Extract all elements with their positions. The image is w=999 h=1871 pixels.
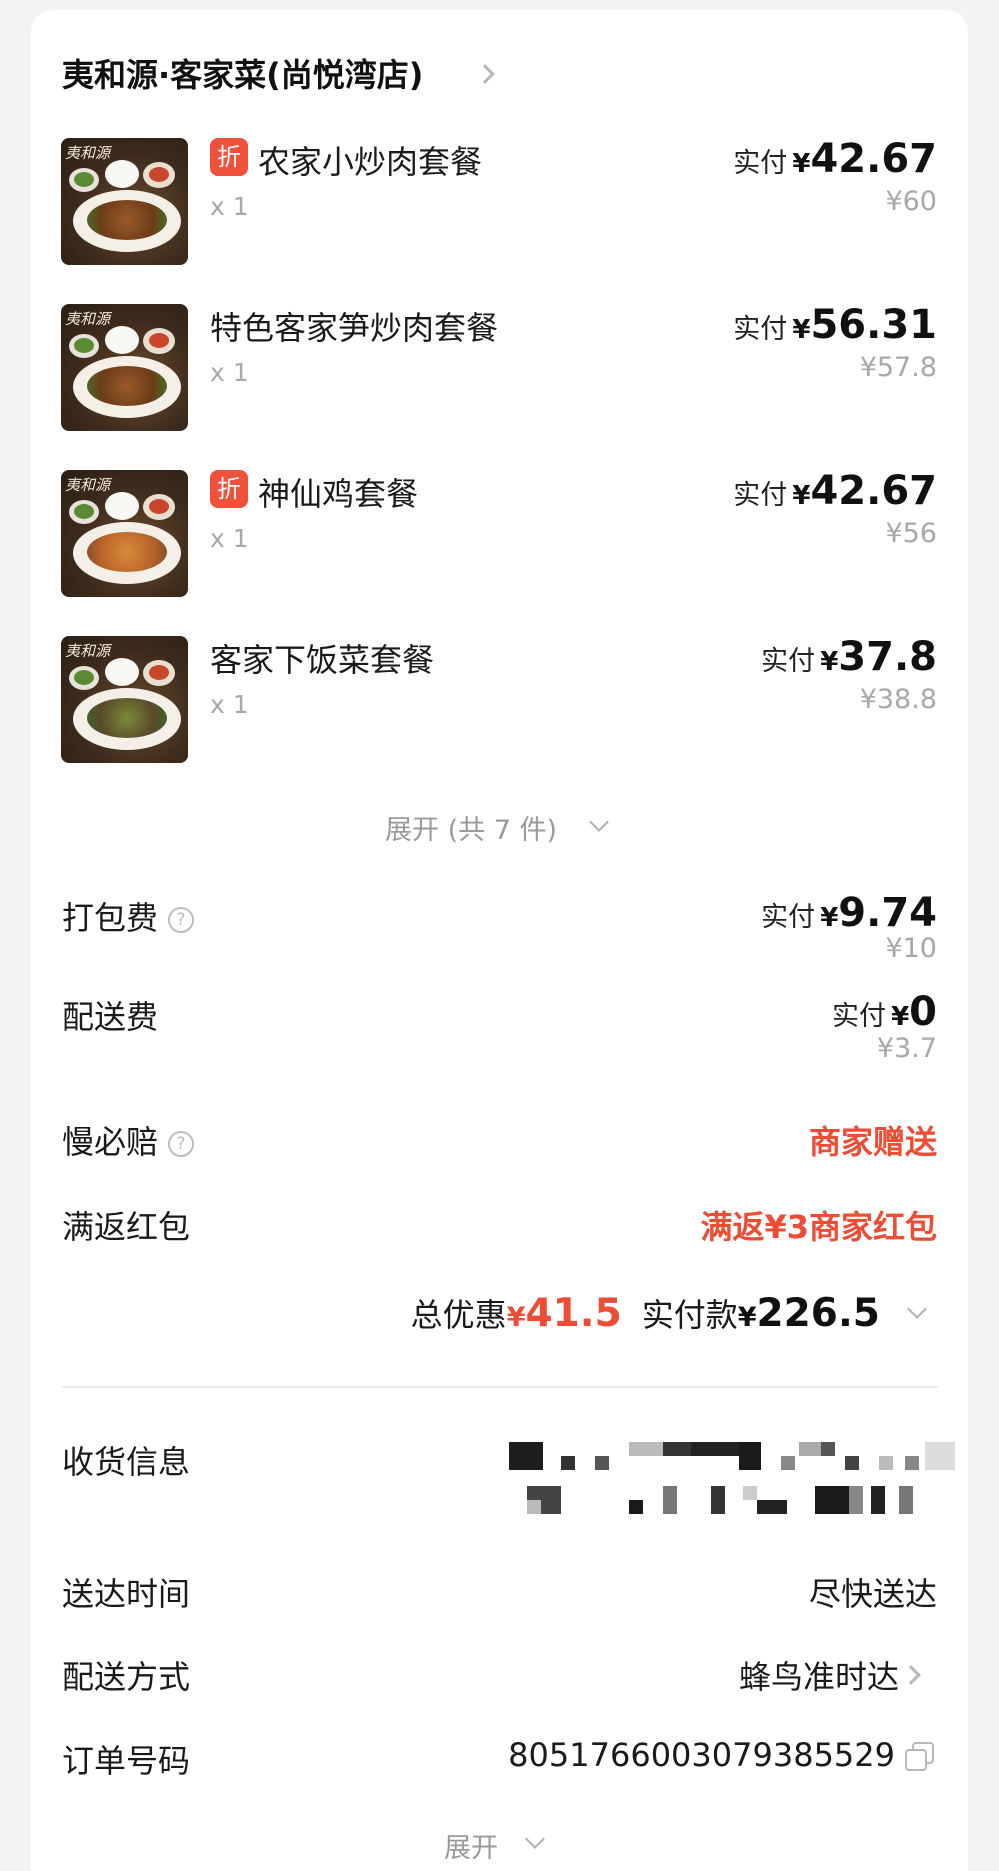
item-name[interactable]: 神仙鸡套餐 <box>258 469 418 515</box>
item-original-price: ¥57.8 <box>859 352 937 383</box>
expand-more-label: 展开 <box>444 1833 498 1864</box>
item-quantity: x 1 <box>210 524 249 553</box>
expand-items-label: 展开 (共 7 件) <box>385 815 557 846</box>
store-name[interactable]: 夷和源·客家菜(尚悦湾店) <box>62 50 423 96</box>
discount-tag: 折 <box>210 138 248 176</box>
slow-compensation-value: 商家赠送 <box>808 1123 937 1161</box>
item-paid-price: 实付 ¥37.8 <box>761 634 937 680</box>
item-name[interactable]: 客家下饭菜套餐 <box>210 635 434 681</box>
item-original-price: ¥38.8 <box>859 684 937 715</box>
packing-fee-label: 打包费? <box>62 893 195 939</box>
delivery-time-label: 送达时间 <box>62 1575 191 1613</box>
red-packet-label: 满返红包 <box>62 1208 191 1246</box>
item-thumbnail[interactable]: 夷和源 <box>61 138 188 265</box>
brand-watermark: 夷和源 <box>65 642 111 660</box>
red-packet-value: 满返¥3商家红包 <box>700 1208 937 1246</box>
divider <box>62 1386 938 1388</box>
order-number-row: 8051766003079385529 <box>508 1736 934 1774</box>
delivery-fee-original: ¥3.7 <box>876 1033 937 1064</box>
delivery-fee-label: 配送费 <box>62 998 159 1036</box>
packing-fee-paid: 实付 ¥9.74 <box>761 890 937 936</box>
packing-fee-original: ¥10 <box>885 933 937 964</box>
discount-tag: 折 <box>210 470 248 508</box>
item-quantity: x 1 <box>210 690 249 719</box>
item-name[interactable]: 农家小炒肉套餐 <box>258 137 482 183</box>
item-thumbnail[interactable]: 夷和源 <box>61 304 188 431</box>
item-paid-price: 实付 ¥56.31 <box>733 302 937 348</box>
brand-watermark: 夷和源 <box>65 476 111 494</box>
help-icon[interactable]: ? <box>168 1131 195 1157</box>
delivery-fee-paid: 实付 ¥0 <box>831 989 937 1035</box>
help-icon[interactable]: ? <box>168 907 195 933</box>
item-original-price: ¥56 <box>885 518 937 549</box>
brand-watermark: 夷和源 <box>65 144 111 162</box>
item-name[interactable]: 特色客家笋炒肉套餐 <box>210 303 498 349</box>
delivery-time-value: 尽快送达 <box>808 1575 937 1613</box>
order-totals[interactable]: 总优惠¥41.5 实付款¥226.5 <box>411 1290 937 1336</box>
expand-more-button[interactable]: 展开 <box>444 1826 498 1865</box>
copy-icon[interactable] <box>905 1742 934 1771</box>
total-discount-value: 41.5 <box>525 1291 622 1336</box>
delivery-method-value[interactable]: 蜂鸟准时达 <box>739 1652 899 1698</box>
item-original-price: ¥60 <box>885 186 937 217</box>
slow-compensation-label: 慢必赔? <box>62 1117 195 1163</box>
item-thumbnail[interactable]: 夷和源 <box>61 636 188 763</box>
order-number-value: 8051766003079385529 <box>508 1736 895 1774</box>
item-thumbnail[interactable]: 夷和源 <box>61 470 188 597</box>
total-paid-label: 实付款 <box>641 1296 738 1334</box>
delivery-method-label: 配送方式 <box>62 1658 191 1696</box>
brand-watermark: 夷和源 <box>65 310 111 328</box>
order-number-label: 订单号码 <box>62 1742 191 1780</box>
receiver-info-label: 收货信息 <box>62 1443 191 1481</box>
item-paid-price: 实付 ¥42.67 <box>733 136 937 182</box>
item-quantity: x 1 <box>210 192 249 221</box>
item-paid-price: 实付 ¥42.67 <box>733 468 937 514</box>
receiver-address-redacted <box>505 1442 955 1532</box>
total-paid-value: 226.5 <box>756 1291 880 1336</box>
item-quantity: x 1 <box>210 358 249 387</box>
total-discount-label: 总优惠 <box>410 1296 507 1334</box>
expand-items-button[interactable]: 展开 (共 7 件) <box>385 808 557 847</box>
